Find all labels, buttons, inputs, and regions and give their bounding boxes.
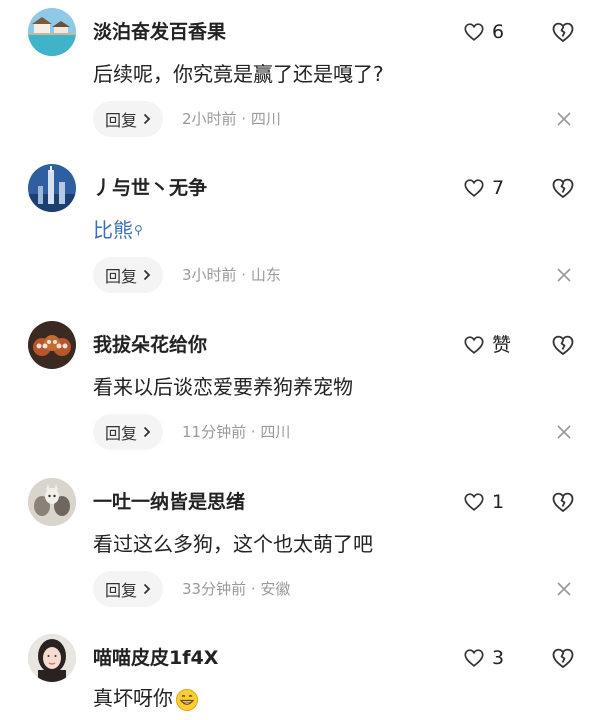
chevron-right-icon <box>143 269 151 281</box>
grinning-emoji-icon <box>176 688 198 711</box>
close-button[interactable] <box>556 424 572 440</box>
comment-meta: 33分钟前 · 安徽 <box>182 580 291 598</box>
dislike-button[interactable] <box>551 646 575 670</box>
close-icon <box>557 268 571 282</box>
dislike-button[interactable] <box>551 176 575 200</box>
search-icon: ⚲ <box>134 223 143 237</box>
dislike-button[interactable] <box>551 20 575 44</box>
close-button[interactable] <box>556 581 572 597</box>
comment-meta: 2小时前 · 四川 <box>182 110 281 128</box>
heart-outline-icon <box>464 23 484 41</box>
like-count: 3 <box>492 647 505 669</box>
chevron-right-icon <box>143 113 151 125</box>
like-button[interactable]: 赞 <box>463 333 511 357</box>
avatar[interactable] <box>28 164 76 212</box>
close-icon <box>557 112 571 126</box>
comment-text-body: 真坏呀你 <box>93 686 173 710</box>
reply-label: 回复 <box>105 424 138 443</box>
close-button[interactable] <box>556 111 572 127</box>
avatar[interactable] <box>28 478 76 526</box>
chevron-right-icon <box>143 426 151 438</box>
like-button[interactable]: 7 <box>463 176 504 200</box>
like-button[interactable]: 3 <box>463 646 504 670</box>
avatar[interactable] <box>28 8 76 56</box>
dislike-button[interactable] <box>551 333 575 357</box>
chevron-right-icon <box>143 583 151 595</box>
reply-label: 回复 <box>105 111 138 130</box>
comment-meta: 11分钟前 · 四川 <box>182 423 291 441</box>
beach-house-avatar <box>28 8 76 56</box>
like-count: 6 <box>492 21 505 43</box>
like-count: 1 <box>492 491 505 513</box>
avatar[interactable] <box>28 321 76 369</box>
close-icon <box>557 582 571 596</box>
red-panda-avatar <box>28 321 76 369</box>
like-count: 7 <box>492 177 505 199</box>
heart-outline-icon <box>464 649 484 667</box>
broken-heart-icon <box>552 178 574 199</box>
avatar[interactable] <box>28 634 76 682</box>
reply-label: 回复 <box>105 267 138 286</box>
like-count: 赞 <box>492 334 512 356</box>
comment-text: 看来以后谈恋爱要养狗养宠物 <box>93 375 353 399</box>
tower-avatar <box>28 164 76 212</box>
heart-outline-icon <box>464 336 484 354</box>
dislike-button[interactable] <box>551 490 575 514</box>
broken-heart-icon <box>552 492 574 513</box>
reply-button[interactable]: 回复 <box>93 571 163 607</box>
heart-outline-icon <box>464 493 484 511</box>
comment-text-link[interactable]: 比熊⚲ <box>93 216 143 244</box>
username[interactable]: 喵喵皮皮1f4X <box>93 646 218 670</box>
girl-avatar <box>28 634 76 682</box>
comment-text: 后续呢，你究竟是赢了还是嘎了? <box>93 62 384 86</box>
cats-avatar <box>28 478 76 526</box>
reply-label: 回复 <box>105 581 138 600</box>
broken-heart-icon <box>552 22 574 43</box>
username[interactable]: 丿与世丶无争 <box>93 176 207 200</box>
linked-keyword[interactable]: 比熊 <box>93 218 133 242</box>
username[interactable]: 一吐一纳皆是思绪 <box>93 490 245 514</box>
like-button[interactable]: 6 <box>463 20 504 44</box>
comment-text: 真坏呀你 <box>93 684 199 712</box>
reply-button[interactable]: 回复 <box>93 257 163 293</box>
username[interactable]: 淡泊奋发百香果 <box>93 20 226 44</box>
like-button[interactable]: 1 <box>463 490 504 514</box>
reply-button[interactable]: 回复 <box>93 101 163 137</box>
broken-heart-icon <box>552 335 574 356</box>
reply-button[interactable]: 回复 <box>93 414 163 450</box>
heart-outline-icon <box>464 179 484 197</box>
comment-meta: 3小时前 · 山东 <box>182 266 281 284</box>
username[interactable]: 我拔朵花给你 <box>93 333 207 357</box>
close-button[interactable] <box>556 267 572 283</box>
broken-heart-icon <box>552 648 574 669</box>
comment-text: 看过这么多狗，这个也太萌了吧 <box>93 532 373 556</box>
close-icon <box>557 425 571 439</box>
